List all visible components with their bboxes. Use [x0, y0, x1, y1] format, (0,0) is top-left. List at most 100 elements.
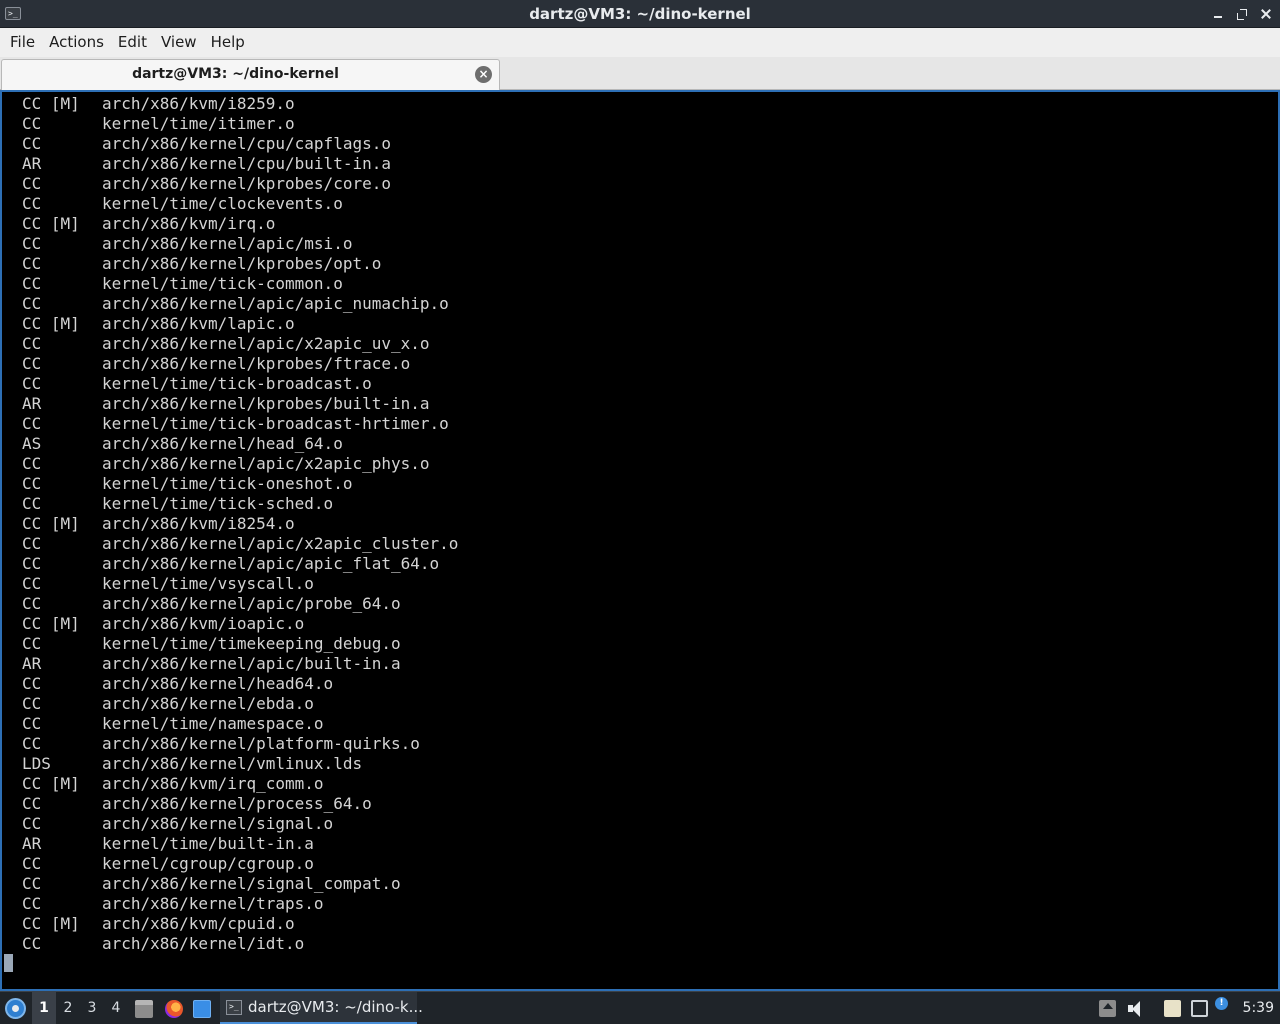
build-file-path: arch/x86/kernel/kprobes/ftrace.o	[102, 354, 411, 373]
build-file-path: arch/x86/kernel/cpu/built-in.a	[102, 154, 391, 173]
build-step-tag: CC [M]	[22, 214, 80, 233]
terminal-line: CC arch/x86/kernel/apic/probe_64.o	[22, 594, 458, 614]
menu-file[interactable]: File	[3, 28, 42, 57]
build-file-path: arch/x86/kvm/ioapic.o	[102, 614, 305, 633]
minimize-button[interactable]	[1212, 8, 1224, 20]
build-file-path: arch/x86/kvm/i8254.o	[102, 514, 295, 533]
clock[interactable]: 5:39	[1243, 992, 1274, 1024]
terminal-line: CC [M] arch/x86/kvm/i8254.o	[22, 514, 458, 534]
build-step-tag: CC	[22, 174, 42, 193]
build-step-tag: CC	[22, 294, 42, 313]
build-file-path: arch/x86/kernel/apic/probe_64.o	[102, 594, 401, 613]
terminal-line: CC arch/x86/kernel/apic/x2apic_cluster.o	[22, 534, 458, 554]
terminal-line: CC arch/x86/kernel/head64.o	[22, 674, 458, 694]
terminal-tab[interactable]: dartz@VM3: ~/dino-kernel ×	[1, 59, 500, 90]
terminal-line: CC arch/x86/kernel/process_64.o	[22, 794, 458, 814]
build-step-tag: CC	[22, 814, 42, 833]
menu-help[interactable]: Help	[204, 28, 252, 57]
build-file-path: arch/x86/kernel/signal_compat.o	[102, 874, 401, 893]
build-step-tag: CC	[22, 854, 42, 873]
build-step-tag: AR	[22, 394, 42, 413]
workspace-switcher: 1 2 3 4	[32, 992, 128, 1024]
tab-bar: dartz@VM3: ~/dino-kernel ×	[0, 57, 1280, 90]
build-file-path: kernel/time/tick-common.o	[102, 274, 343, 293]
terminal-line: CC arch/x86/kernel/platform-quirks.o	[22, 734, 458, 754]
window-controls	[1212, 0, 1272, 28]
build-step-tag: CC [M]	[22, 94, 80, 113]
build-step-tag: LDS	[22, 754, 51, 773]
menu-actions[interactable]: Actions	[42, 28, 111, 57]
workspace-3[interactable]: 3	[80, 992, 104, 1024]
menu-view[interactable]: View	[154, 28, 204, 57]
build-file-path: arch/x86/kernel/kprobes/built-in.a	[102, 394, 430, 413]
build-file-path: arch/x86/kernel/apic/built-in.a	[102, 654, 401, 673]
terminal-line: CC kernel/time/vsyscall.o	[22, 574, 458, 594]
build-step-tag: CC	[22, 894, 42, 913]
firefox-icon[interactable]	[165, 1000, 183, 1018]
build-step-tag: CC	[22, 534, 42, 553]
terminal-line: CC arch/x86/kernel/kprobes/ftrace.o	[22, 354, 458, 374]
build-file-path: arch/x86/kernel/apic/x2apic_phys.o	[102, 454, 430, 473]
start-menu-icon[interactable]	[5, 998, 26, 1019]
build-step-tag: CC	[22, 474, 42, 493]
build-step-tag: AR	[22, 654, 42, 673]
menu-bar: File Actions Edit View Help	[0, 28, 1280, 57]
build-step-tag: CC	[22, 114, 42, 133]
build-file-path: arch/x86/kernel/head_64.o	[102, 434, 343, 453]
build-file-path: kernel/time/itimer.o	[102, 114, 295, 133]
build-file-path: kernel/time/tick-broadcast.o	[102, 374, 372, 393]
build-file-path: kernel/cgroup/cgroup.o	[102, 854, 314, 873]
terminal-line: CC kernel/time/itimer.o	[22, 114, 458, 134]
tab-label: dartz@VM3: ~/dino-kernel	[132, 66, 339, 82]
build-step-tag: CC	[22, 134, 42, 153]
terminal-line: CC arch/x86/kernel/ebda.o	[22, 694, 458, 714]
build-file-path: kernel/time/built-in.a	[102, 834, 314, 853]
terminal-line: CC arch/x86/kernel/apic/x2apic_phys.o	[22, 454, 458, 474]
build-step-tag: CC	[22, 934, 42, 953]
build-file-path: arch/x86/kernel/ebda.o	[102, 694, 314, 713]
removable-media-icon[interactable]	[1099, 1000, 1116, 1017]
build-file-path: kernel/time/tick-sched.o	[102, 494, 334, 513]
file-manager-icon[interactable]	[135, 1000, 153, 1018]
volume-icon[interactable]	[1127, 1000, 1144, 1017]
build-step-tag: AR	[22, 154, 42, 173]
build-step-tag: CC	[22, 254, 42, 273]
build-step-tag: AR	[22, 834, 42, 853]
build-step-tag: CC	[22, 274, 42, 293]
close-window-button[interactable]	[1260, 8, 1272, 20]
close-tab-icon[interactable]: ×	[475, 66, 492, 83]
build-step-tag: AS	[22, 434, 42, 453]
notification-icon[interactable]: !	[1215, 997, 1228, 1010]
build-file-path: arch/x86/kvm/lapic.o	[102, 314, 295, 333]
build-file-path: kernel/time/vsyscall.o	[102, 574, 314, 593]
build-file-path: kernel/time/clockevents.o	[102, 194, 343, 213]
workspace-4[interactable]: 4	[104, 992, 128, 1024]
build-step-tag: CC	[22, 574, 42, 593]
terminal-line: CC arch/x86/kernel/traps.o	[22, 894, 458, 914]
build-step-tag: CC [M]	[22, 514, 80, 533]
build-step-tag: CC [M]	[22, 914, 80, 933]
build-file-path: arch/x86/kernel/apic/msi.o	[102, 234, 353, 253]
build-file-path: arch/x86/kernel/head64.o	[102, 674, 334, 693]
build-step-tag: CC	[22, 554, 42, 573]
build-step-tag: CC	[22, 354, 42, 373]
terminal-line: CC kernel/time/timekeeping_debug.o	[22, 634, 458, 654]
network-icon[interactable]	[1191, 1000, 1208, 1017]
terminal-line: CC kernel/time/tick-oneshot.o	[22, 474, 458, 494]
workspace-2[interactable]: 2	[56, 992, 80, 1024]
workspace-1[interactable]: 1	[32, 992, 56, 1024]
terminal-line: CC kernel/cgroup/cgroup.o	[22, 854, 458, 874]
build-step-tag: CC	[22, 794, 42, 813]
maximize-button[interactable]	[1236, 8, 1248, 20]
window-titlebar[interactable]: >_ dartz@VM3: ~/dino-kernel	[0, 0, 1280, 28]
build-step-tag: CC [M]	[22, 314, 80, 333]
build-file-path: arch/x86/kvm/irq_comm.o	[102, 774, 324, 793]
clipboard-icon[interactable]	[1164, 1000, 1181, 1017]
menu-edit[interactable]: Edit	[111, 28, 154, 57]
terminal-icon: >_	[226, 1000, 242, 1015]
terminal-output[interactable]: CC [M] arch/x86/kvm/i8259.o CC kernel/time/…	[0, 90, 1280, 991]
show-desktop-icon[interactable]	[193, 1000, 211, 1018]
terminal-lines: CC [M] arch/x86/kvm/i8259.o CC kernel/time/…	[22, 94, 458, 954]
taskbar-terminal-button[interactable]: >_ dartz@VM3: ~/dino-k...	[220, 992, 423, 1024]
build-step-tag: CC	[22, 234, 42, 253]
